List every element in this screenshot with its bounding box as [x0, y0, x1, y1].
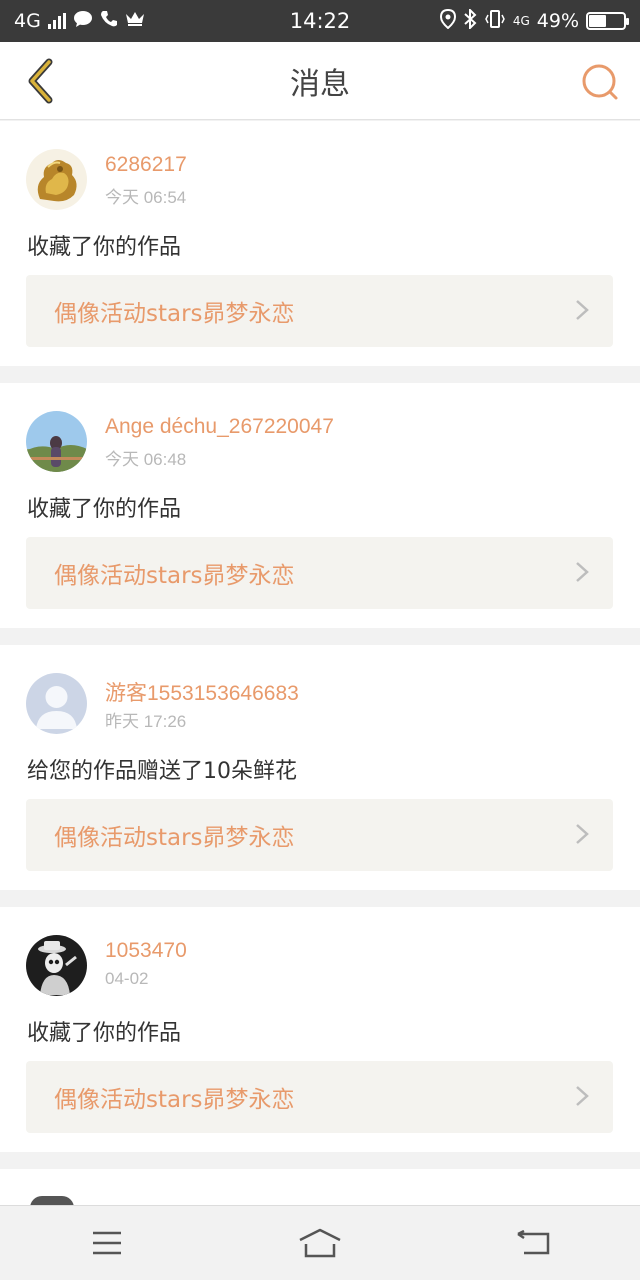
action-text: 收藏了你的作品	[27, 235, 182, 260]
network-type: 4G	[14, 10, 41, 32]
search-icon	[582, 64, 618, 100]
menu-icon	[92, 1231, 121, 1255]
home-icon	[299, 1228, 341, 1258]
menu-button[interactable]	[67, 1213, 147, 1273]
message-card: 1053470 04-02 收藏了你的作品 偶像活动stars昴梦永恋	[0, 907, 640, 1152]
battery-fill	[589, 15, 606, 27]
default-person-avatar[interactable]	[26, 673, 87, 734]
action-text: 给您的作品赠送了10朵鲜花	[27, 759, 297, 784]
vibrate-icon	[484, 9, 506, 34]
location-icon	[439, 8, 456, 34]
page-title: 消息	[290, 66, 350, 102]
work-link[interactable]: 偶像活动stars昴梦永恋	[26, 275, 613, 347]
signal-icon	[47, 13, 66, 29]
return-icon	[517, 1230, 550, 1255]
chevron-right-icon	[576, 824, 589, 844]
home-button[interactable]	[280, 1213, 360, 1273]
action-text: 收藏了你的作品	[27, 1021, 182, 1046]
work-title: 偶像活动stars昴梦永恋	[54, 825, 295, 851]
message-time: 04-02	[105, 969, 149, 988]
chevron-right-icon	[576, 1086, 589, 1106]
golden-dragon-avatar[interactable]	[26, 149, 87, 210]
chevron-right-icon	[576, 300, 589, 320]
chat-icon	[73, 10, 93, 33]
battery-percent: 49%	[536, 10, 579, 32]
message-list: 6286217 今天 06:54 收藏了你的作品 偶像活动stars昴梦永恋 A…	[0, 121, 640, 1246]
status-bar: 4G 14:22 4G 49%	[0, 0, 640, 42]
action-text: 收藏了你的作品	[27, 497, 182, 522]
crown-icon	[125, 10, 145, 32]
message-time: 今天 06:54	[105, 188, 187, 207]
message-card: Ange déchu_267220047 今天 06:48 收藏了你的作品 偶像…	[0, 383, 640, 628]
message-time: 今天 06:48	[105, 450, 187, 469]
username[interactable]: Ange déchu_267220047	[105, 415, 334, 439]
phone-icon	[100, 10, 118, 33]
bluetooth-icon	[463, 7, 477, 34]
system-nav-bar	[0, 1205, 640, 1280]
work-title: 偶像活动stars昴梦永恋	[54, 1087, 295, 1113]
username[interactable]: 6286217	[105, 153, 187, 177]
message-card: 6286217 今天 06:54 收藏了你的作品 偶像活动stars昴梦永恋	[0, 121, 640, 366]
nav-bar: 消息	[0, 42, 640, 120]
chevron-right-icon	[576, 562, 589, 582]
username[interactable]: 1053470	[105, 939, 187, 963]
work-link[interactable]: 偶像活动stars昴梦永恋	[26, 799, 613, 871]
skeleton-hat-avatar[interactable]	[26, 935, 87, 996]
message-card: 游客1553153646683 昨天 17:26 给您的作品赠送了10朵鲜花 偶…	[0, 645, 640, 890]
network-type-2: 4G	[512, 14, 530, 28]
back-button[interactable]	[14, 54, 66, 108]
work-link[interactable]: 偶像活动stars昴梦永恋	[26, 1061, 613, 1133]
message-time: 昨天 17:26	[105, 712, 187, 731]
search-button[interactable]	[574, 56, 626, 108]
chevron-left-icon	[28, 58, 53, 104]
battery-icon	[586, 12, 629, 30]
work-link[interactable]: 偶像活动stars昴梦永恋	[26, 537, 613, 609]
username[interactable]: 游客1553153646683	[105, 677, 299, 707]
work-title: 偶像活动stars昴梦永恋	[54, 301, 295, 327]
work-title: 偶像活动stars昴梦永恋	[54, 563, 295, 589]
back-nav-button[interactable]	[493, 1213, 573, 1273]
girl-photo-avatar[interactable]	[26, 411, 87, 472]
